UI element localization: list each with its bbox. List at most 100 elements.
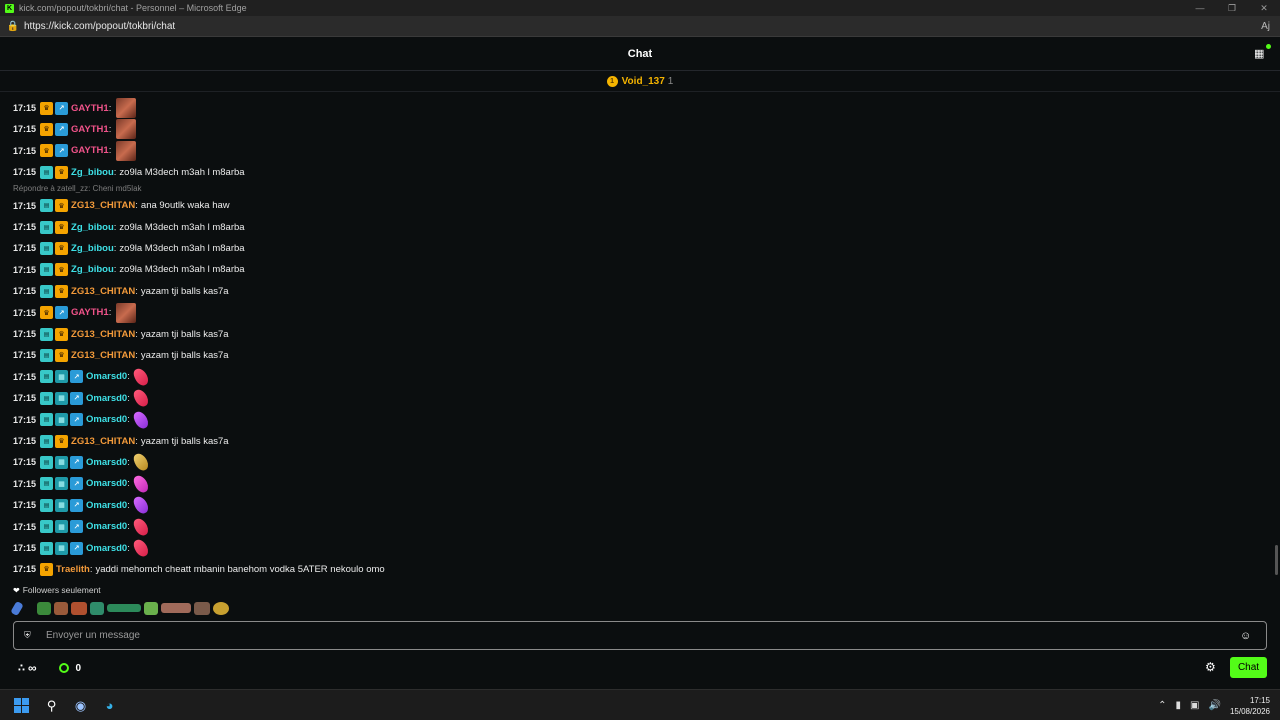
arrow-badge-icon[interactable]: ↗ [55,306,69,320]
candy-emote-icon[interactable] [131,537,151,559]
message-username[interactable]: GAYTH1 [71,145,109,156]
candy-emote-icon[interactable] [131,515,151,538]
search-icon[interactable]: ⚲ [43,697,60,714]
users-list-icon[interactable]: ▦ [1254,44,1271,61]
subscriber-badge-icon[interactable]: ▤ [40,241,54,255]
lock-icon[interactable]: 🔒 [6,21,20,32]
message-username[interactable]: Traelith [56,564,90,575]
chat-message[interactable]: 17:15 ▤ ♛ ZG13_CHITAN: ana 9outlk waka haw [13,197,230,215]
emote-frog-icon[interactable] [90,601,104,615]
chat-message[interactable]: 17:15 ▤ ♛ Zg_bibou: zo9la M3dech m3ah l m8ar… [13,261,245,279]
minimize-icon[interactable]: — [1184,0,1216,16]
candy-emote-icon[interactable] [131,366,151,388]
emoji-picker-icon[interactable]: ☺ [1240,630,1256,642]
emote-cat-icon[interactable] [54,601,68,615]
emote-face-icon[interactable] [71,601,87,615]
system-clock[interactable]: 17:15 15/08/2026 [1230,695,1270,717]
crown-badge-icon[interactable]: ♛ [40,122,54,136]
chat-message[interactable]: 17:15 ♛ ↗ GAYTH1: [13,140,137,161]
subscriber-badge-icon[interactable]: ▤ [40,477,54,491]
share-icon[interactable]: ∴ [18,663,25,674]
chat-message[interactable]: 17:15 ▤ ▦ ↗ Omarsd0: [13,537,151,559]
message-username[interactable]: Zg_bibou [71,243,114,254]
crown-badge-icon[interactable]: ♛ [55,434,69,448]
chat-message[interactable]: 17:15 ▤ ♛ Zg_bibou: zo9la M3dech m3ah l m8ar… [13,163,245,181]
chat-message[interactable]: 17:15 ▤ ♛ ZG13_CHITAN: yazam tji balls kas7a [13,432,229,450]
subscriber-badge-icon[interactable]: ▤ [40,165,54,179]
grid-badge-icon[interactable]: ▦ [55,520,69,534]
subscriber-badge-icon[interactable]: ▤ [40,455,54,469]
subscriber-badge-icon[interactable]: ▤ [40,520,54,534]
chat-message[interactable]: 17:15 ▤ ♛ Zg_bibou: zo9la M3dech m3ah l m8ar… [13,239,245,257]
top-gifter-bar[interactable]: 1 Void_137 1 [0,71,1280,92]
arrow-badge-icon[interactable]: ↗ [70,370,84,384]
close-icon[interactable]: ✕ [1248,0,1280,16]
arrow-badge-icon[interactable]: ↗ [70,455,84,469]
candy-emote-icon[interactable] [131,494,151,516]
arrow-badge-icon[interactable]: ↗ [70,520,84,534]
crown-badge-icon[interactable]: ♛ [55,327,69,341]
message-username[interactable]: Omarsd0 [86,521,127,532]
message-username[interactable]: Omarsd0 [86,457,127,468]
grid-badge-icon[interactable]: ▦ [55,455,69,469]
arrow-badge-icon[interactable]: ↗ [70,498,84,512]
chat-settings-gear-icon[interactable]: ⚙ [1205,660,1216,674]
chat-message[interactable]: 17:15 ▤ ▦ ↗ Omarsd0: [13,408,151,431]
subscriber-badge-icon[interactable]: ▤ [40,391,54,405]
message-username[interactable]: ZG13_CHITAN [71,200,135,211]
arrow-badge-icon[interactable]: ↗ [70,541,84,555]
chat-message[interactable]: 17:15 ♛ ↗ GAYTH1: [13,302,137,323]
chat-scrollbar[interactable] [1275,545,1278,575]
emote-hands-icon[interactable] [161,603,191,613]
message-username[interactable]: Zg_bibou [71,167,114,178]
chat-message[interactable]: 17:15 ▤ ♛ ZG13_CHITAN: yazam tji balls kas7a [13,282,229,300]
grid-badge-icon[interactable]: ▦ [55,477,69,491]
chat-message[interactable]: 17:15 ▤ ♛ ZG13_CHITAN: yazam tji balls kas7a [13,346,229,364]
infinity-icon[interactable]: ∞ [28,661,37,675]
message-username[interactable]: ZG13_CHITAN [71,350,135,361]
emote-man-icon[interactable] [194,601,210,615]
arrow-badge-icon[interactable]: ↗ [55,101,69,115]
message-username[interactable]: GAYTH1 [71,307,109,318]
address-bar[interactable]: 🔒 https://kick.com/popout/tokbri/chat Aϳ [0,16,1280,37]
message-username[interactable]: Omarsd0 [86,393,127,404]
face-emote-icon[interactable] [116,98,137,118]
message-username[interactable]: Omarsd0 [86,414,127,425]
subscriber-badge-icon[interactable]: ▤ [40,220,54,234]
chat-message[interactable]: 17:15 ▤ ▦ ↗ Omarsd0: [13,387,151,409]
subscriber-badge-icon[interactable]: ▤ [40,434,54,448]
arrow-badge-icon[interactable]: ↗ [70,413,84,427]
subscriber-badge-icon[interactable]: ▤ [40,413,54,427]
grid-badge-icon[interactable]: ▦ [55,541,69,555]
arrow-badge-icon[interactable]: ↗ [55,122,69,136]
candy-emote-icon[interactable] [131,473,151,495]
message-username[interactable]: GAYTH1 [71,124,109,135]
candy-emote-icon[interactable] [131,387,151,409]
subscriber-badge-icon[interactable]: ▤ [40,348,54,362]
chat-message[interactable]: 17:15 ▤ ♛ ZG13_CHITAN: yazam tji balls kas7a [13,325,229,343]
emote-pepe-icon[interactable] [37,601,51,615]
message-username[interactable]: Omarsd0 [86,371,127,382]
read-aloud-icon[interactable]: Aϳ [1261,21,1270,32]
volume-icon[interactable]: 🔊 [1209,700,1221,711]
face-emote-icon[interactable] [116,140,137,161]
microphone-icon[interactable]: ▮ [1176,700,1182,711]
grid-badge-icon[interactable]: ▦ [55,370,69,384]
subscriber-badge-icon[interactable]: ▤ [40,327,54,341]
message-username[interactable]: ZG13_CHITAN [71,329,135,340]
chat-message[interactable]: 17:15 ▤ ▦ ↗ Omarsd0: [13,494,151,516]
crown-badge-icon[interactable]: ♛ [40,562,54,576]
message-username[interactable]: Zg_bibou [71,222,114,233]
network-icon[interactable]: ▣ [1190,700,1199,711]
shield-icon[interactable]: ⛨ [24,630,34,641]
grid-badge-icon[interactable]: ▦ [55,498,69,512]
send-chat-button[interactable]: Chat [1230,657,1267,678]
message-username[interactable]: Omarsd0 [86,500,127,511]
emote-android-icon[interactable] [144,601,158,615]
chat-message-input[interactable] [46,630,1240,641]
subscriber-badge-icon[interactable]: ▤ [40,263,54,277]
chat-message[interactable]: 17:15 ♛ ↗ GAYTH1: [13,119,137,140]
subscriber-badge-icon[interactable]: ▤ [40,370,54,384]
gifter-username[interactable]: Void_137 [622,76,665,87]
chevron-up-icon[interactable]: ⌃ [1158,700,1166,711]
